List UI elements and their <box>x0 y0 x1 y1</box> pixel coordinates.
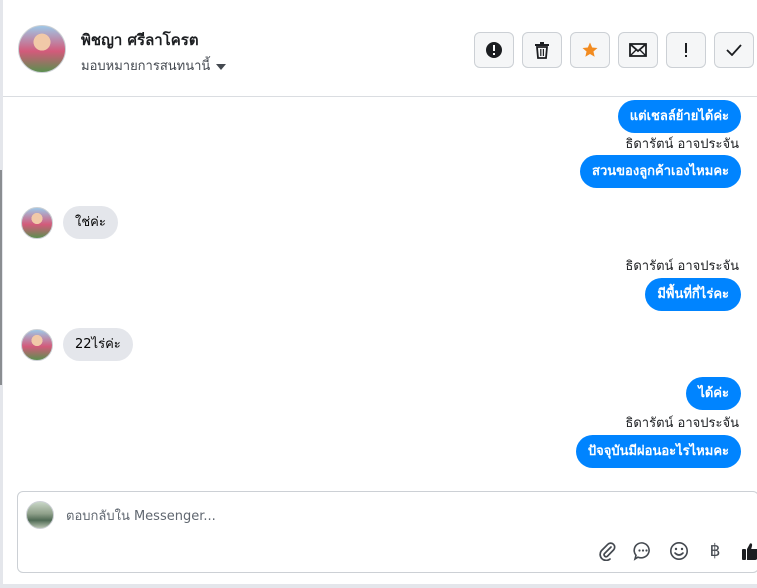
incoming-message: ใช่ค่ะ <box>63 206 118 239</box>
window-bottom-edge <box>0 584 757 588</box>
composer-tools: ฿ <box>596 540 757 562</box>
mark-done-button[interactable] <box>714 32 754 68</box>
smiley-icon <box>670 542 688 560</box>
conversation-header: พิชญา ศรีลาโครต มอบหมายการสนทนานี้ <box>3 0 757 97</box>
scroll-marker <box>0 170 2 385</box>
contact-name[interactable]: พิชญา ศรีลาโครต <box>81 28 199 52</box>
outgoing-message: ได้ค่ะ <box>686 377 741 410</box>
outgoing-message: มีพื้นที่กี่ไร่คะ <box>645 278 741 311</box>
paperclip-icon <box>599 542 616 561</box>
contact-avatar-small <box>21 206 53 239</box>
emoji-button[interactable] <box>668 540 690 562</box>
incoming-message-row: 22ไร่ค่ะ <box>21 328 133 361</box>
reply-composer: ฿ <box>17 491 757 573</box>
outgoing-message: แต่เชลล์ย้ายได้ค่ะ <box>617 100 741 133</box>
sender-label: ธิดารัตน์ อาจประจัน <box>625 137 739 152</box>
chat-bubble-icon <box>633 542 650 561</box>
message-thread[interactable]: แต่เชลล์ย้ายได้ค่ะ ธิดารัตน์ อาจประจัน ส… <box>3 97 757 489</box>
sender-label: ธิดารัตน์ อาจประจัน <box>625 259 739 274</box>
contact-avatar[interactable] <box>18 25 66 73</box>
trash-icon <box>535 42 549 59</box>
mark-unread-button[interactable] <box>618 32 658 68</box>
sender-label: ธิดารัตน์ อาจประจัน <box>625 416 739 431</box>
outgoing-message: ปัจจุบันมีผ่อนอะไรไหมคะ <box>575 435 741 468</box>
checkmark-icon <box>726 44 742 56</box>
assign-conversation-label: มอบหมายการสนทนานี้ <box>81 59 211 74</box>
saved-replies-button[interactable] <box>632 540 654 562</box>
header-actions <box>474 32 754 68</box>
delete-button[interactable] <box>522 32 562 68</box>
like-button[interactable] <box>740 540 757 562</box>
page-avatar <box>26 501 54 529</box>
incoming-message: 22ไร่ค่ะ <box>63 328 133 361</box>
star-button[interactable] <box>570 32 610 68</box>
incoming-message-row: ใช่ค่ะ <box>21 206 118 239</box>
payment-button[interactable]: ฿ <box>704 540 726 562</box>
exclamation-icon <box>685 43 687 57</box>
reply-input[interactable] <box>66 505 566 527</box>
thumbs-up-icon <box>742 543 757 560</box>
contact-avatar-small <box>21 328 53 361</box>
report-button[interactable] <box>474 32 514 68</box>
alert-circle-icon <box>486 42 502 58</box>
envelope-icon <box>629 43 647 57</box>
baht-icon: ฿ <box>709 541 721 561</box>
attach-button[interactable] <box>596 540 618 562</box>
assign-conversation-dropdown[interactable]: มอบหมายการสนทนานี้ <box>81 55 227 76</box>
caret-down-icon <box>216 63 227 70</box>
mark-important-button[interactable] <box>666 32 706 68</box>
outgoing-message: สวนของลูกค้าเองไหมคะ <box>580 155 741 188</box>
star-icon <box>582 42 598 57</box>
